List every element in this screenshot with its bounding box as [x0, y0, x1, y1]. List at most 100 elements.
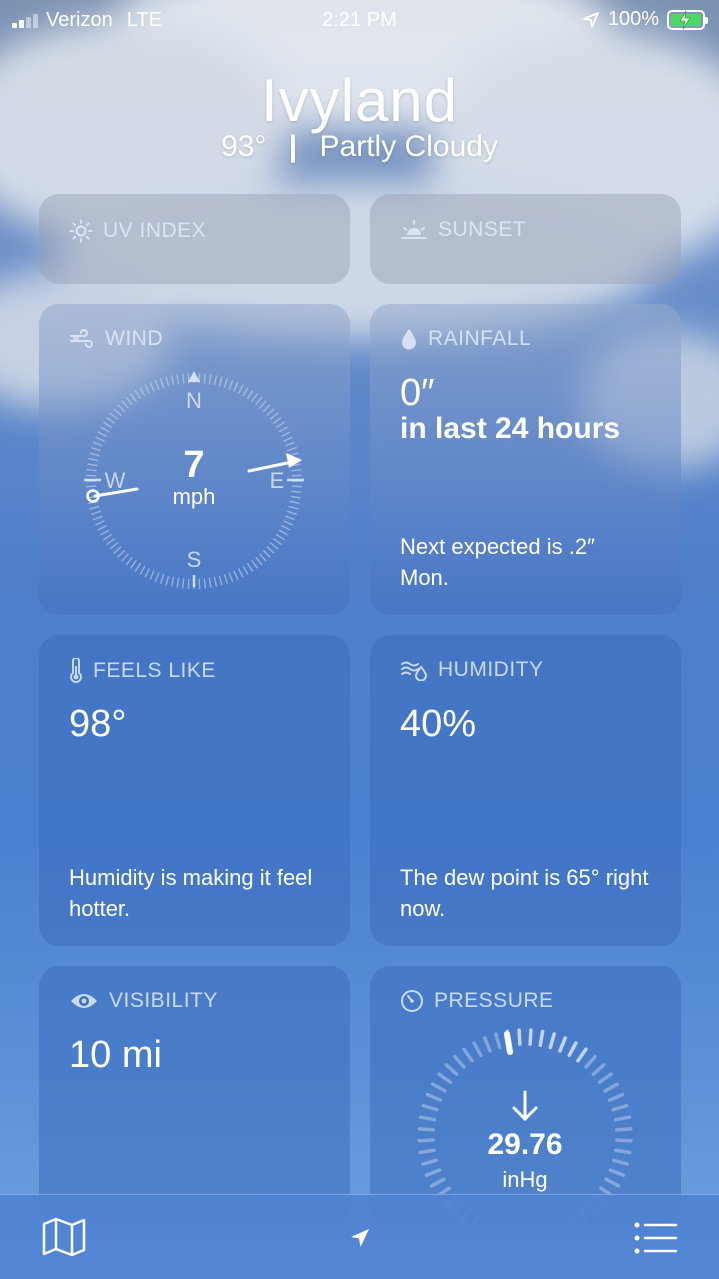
compass-tick: [89, 505, 100, 510]
pressure-gauge: 29.76 inHg: [417, 1028, 633, 1226]
compass-tick: [291, 474, 302, 477]
compass-tick: [91, 446, 102, 452]
gauge-tick: [584, 1054, 597, 1069]
gauge-tick: [615, 1127, 633, 1132]
condition-label: Partly Cloudy: [319, 130, 498, 163]
pressure-card[interactable]: PRESSURE 29.76 inHg: [370, 966, 681, 1226]
gauge-tick: [538, 1029, 545, 1048]
compass-tick: [95, 436, 105, 442]
compass-tick: [228, 379, 234, 390]
compass-tick: [286, 446, 297, 452]
wind-card[interactable]: WIND N S W E 7 mph: [39, 304, 350, 615]
charging-bolt-icon: [679, 10, 691, 29]
pressure-unit: inHg: [502, 1167, 547, 1192]
gauge-tick: [611, 1103, 629, 1112]
compass-tick: [165, 376, 170, 387]
compass-tick: [280, 524, 291, 531]
gauge-tick: [425, 1092, 443, 1102]
compass-tick: [89, 452, 100, 457]
compass-tick: [109, 542, 119, 550]
compass-tick: [106, 416, 116, 425]
compass-tick: [213, 375, 218, 386]
raindrop-icon: [402, 329, 416, 350]
compass-tick: [134, 562, 142, 572]
compass-tick: [117, 404, 126, 413]
compass-tick: [291, 490, 302, 494]
compass-east: E: [270, 468, 285, 493]
list-icon[interactable]: [634, 1221, 678, 1255]
battery-icon: [667, 9, 708, 30]
gauge-tick: [576, 1047, 588, 1063]
compass-tick: [159, 378, 165, 389]
compass-tick: [259, 400, 267, 409]
compass-tick: [255, 556, 263, 566]
sun-icon: [69, 219, 93, 243]
eye-icon: [71, 994, 97, 1008]
compass-tick: [208, 577, 212, 588]
compass-tick: [246, 562, 254, 572]
compass-south: S: [187, 547, 202, 572]
gauge-tick: [528, 1028, 533, 1046]
gauge-tick: [417, 1127, 435, 1132]
map-icon[interactable]: [42, 1217, 86, 1257]
compass-tick: [278, 529, 288, 536]
compass-tick: [117, 549, 126, 558]
sunset-icon: [401, 220, 427, 239]
compass-tick: [237, 384, 244, 395]
gauge-tick: [472, 1041, 483, 1058]
compass-tick: [159, 573, 165, 584]
compass-tick: [121, 400, 129, 409]
humidity-card[interactable]: HUMIDITY 40% The dew point is 65° right …: [370, 635, 681, 946]
compass-tick: [269, 542, 279, 550]
compass-tick: [288, 505, 299, 510]
compass-tick: [280, 431, 291, 438]
gauge-tick: [597, 1072, 613, 1085]
compass-tick: [262, 404, 271, 413]
compass-tick: [203, 578, 207, 589]
visibility-card[interactable]: VISIBILITY 10 mi: [39, 966, 350, 1226]
current-temperature: 93°: [221, 130, 267, 163]
compass-tick: [291, 468, 302, 472]
compass-tick: [144, 567, 151, 578]
compass-tick: [109, 412, 119, 420]
compass-tick: [250, 393, 259, 403]
compass-tick: [198, 578, 201, 589]
sunset-card[interactable]: SUNSET: [370, 194, 681, 284]
compass-tick: [144, 384, 151, 395]
compass-tick: [233, 570, 239, 580]
location-arrow-icon[interactable]: [349, 1227, 371, 1249]
compass-tick: [181, 578, 185, 589]
compass-tick: [113, 408, 122, 416]
compass-tick: [91, 510, 102, 516]
compass-tick: [285, 441, 296, 447]
compass-tick: [95, 520, 105, 526]
separator: |: [288, 130, 298, 163]
compass-tick: [291, 485, 302, 488]
sunset-title: SUNSET: [438, 218, 527, 241]
compass-tick: [125, 556, 133, 566]
compass-tick: [237, 567, 244, 578]
wind-compass: N S W E 7 mph: [84, 371, 304, 589]
gauge-tick: [421, 1158, 439, 1166]
gauge-tick: [494, 1032, 502, 1050]
compass-tick: [97, 431, 108, 438]
rainfall-forecast: Next expected is .2″ Mon.: [400, 534, 595, 590]
compass-tick: [92, 515, 103, 521]
compass-west: W: [105, 468, 126, 493]
gauge-tick: [615, 1138, 633, 1143]
gauge-tick: [558, 1036, 568, 1053]
compass-tick: [272, 537, 282, 546]
feels-like-card[interactable]: FEELS LIKE 98° Humidity is making it fee…: [39, 635, 350, 946]
visibility-title: VISIBILITY: [109, 989, 218, 1012]
compass-tick: [139, 387, 146, 397]
gauge-tick: [548, 1032, 556, 1050]
location-services-icon: [582, 11, 599, 28]
humidity-description: The dew point is 65° right now.: [400, 865, 649, 921]
compass-tick: [223, 378, 229, 389]
uv-index-card[interactable]: UV INDEX: [39, 194, 350, 284]
rainfall-card[interactable]: RAINFALL 0″ in last 24 hours Next expect…: [370, 304, 681, 615]
gauge-tick: [591, 1063, 606, 1077]
compass-tick: [246, 390, 254, 400]
compass-tick: [103, 533, 113, 541]
humidity-value: 40%: [400, 703, 477, 745]
